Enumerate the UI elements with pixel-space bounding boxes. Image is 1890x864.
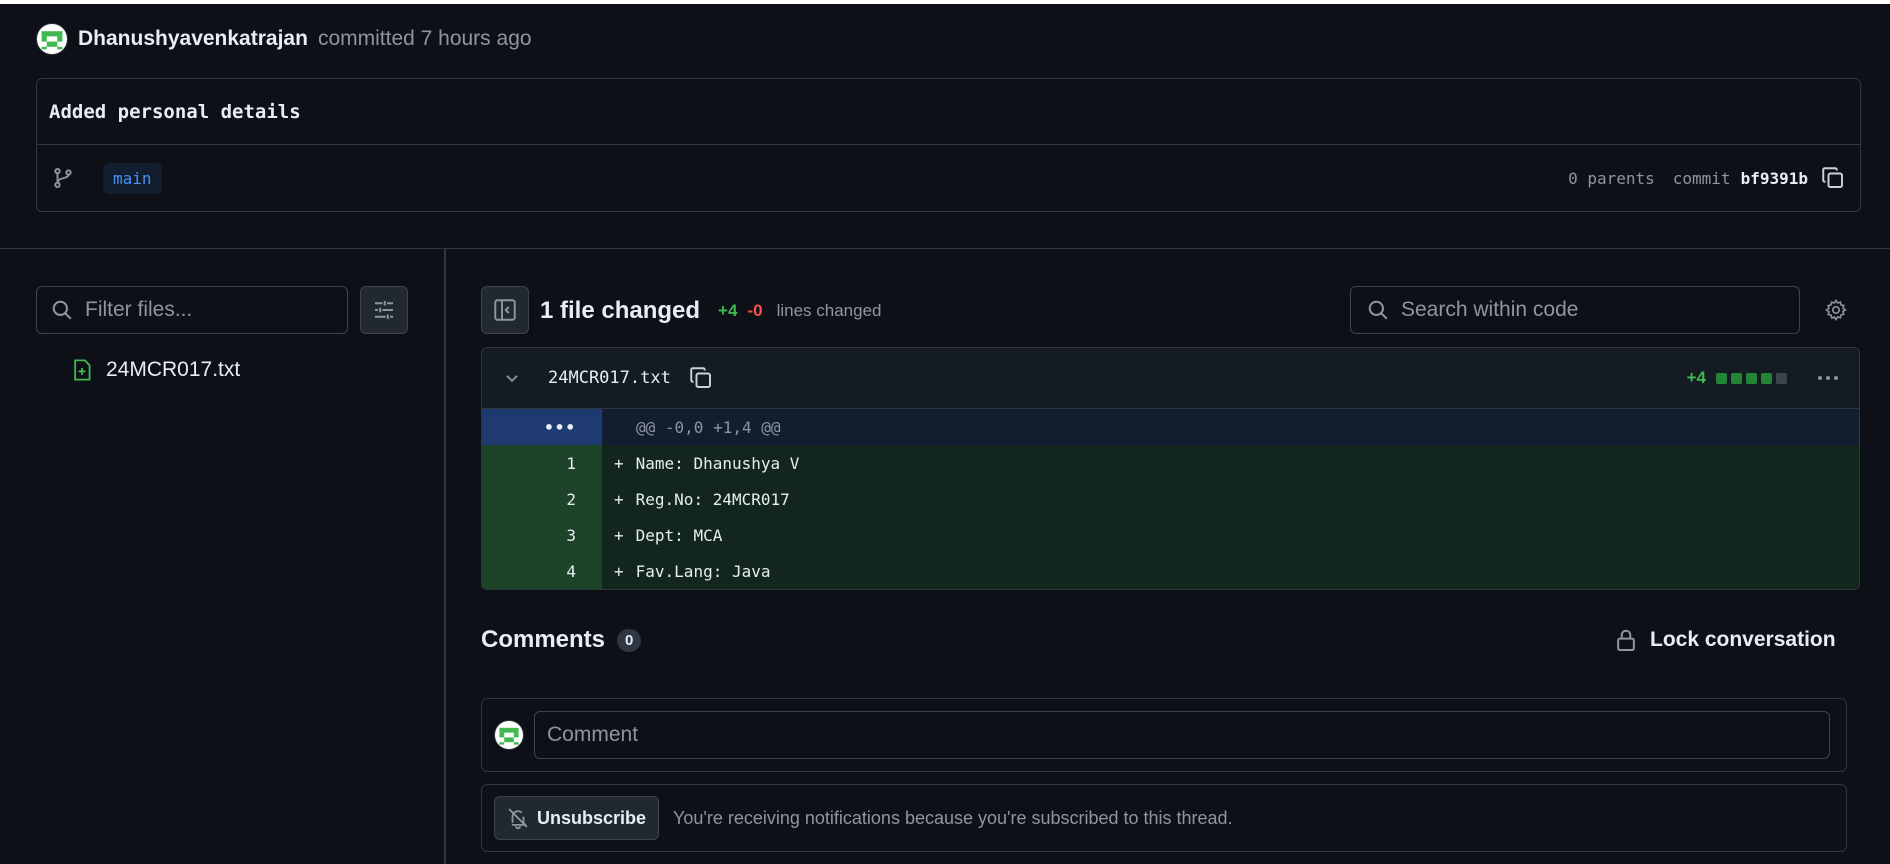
search-icon (1368, 300, 1388, 320)
hunk-header-row: ••• @@ -0,0 +1,4 @@ (482, 409, 1859, 445)
filter-files-field[interactable] (36, 286, 348, 334)
kebab-horizontal-icon (1818, 376, 1838, 380)
diff-line: 2 + Reg.No: 24MCR017 (482, 481, 1859, 517)
diff-line: 4 + Fav.Lang: Java (482, 553, 1859, 589)
copy-icon (1822, 167, 1843, 188)
search-icon (52, 300, 72, 320)
line-sign: + (614, 561, 624, 581)
diffstat-block (1746, 372, 1757, 384)
author-name-link[interactable]: Dhanushyavenkatrajan (78, 27, 308, 51)
line-text: Dept: MCA (635, 525, 723, 545)
copy-sha-button[interactable] (1818, 163, 1848, 193)
line-sign: + (614, 525, 624, 545)
copy-icon (690, 367, 711, 388)
line-text: Fav.Lang: Java (635, 561, 771, 581)
diffstat-block (1776, 372, 1787, 384)
line-sign: + (614, 489, 624, 509)
current-user-avatar (494, 720, 524, 750)
identicon-avatar-icon (497, 723, 521, 747)
gear-icon (1825, 299, 1847, 321)
comments-count-badge: 0 (617, 628, 642, 652)
commit-message: Added personal details (37, 79, 1860, 145)
line-number[interactable]: 1 (482, 445, 602, 481)
diffstat-block (1761, 372, 1772, 384)
file-tree-item-name: 24MCR017.txt (106, 358, 241, 381)
notifications-box: Unsubscribe You're receiving notificatio… (481, 784, 1847, 852)
diff-filename[interactable]: 24MCR017.txt (548, 368, 671, 388)
file-diff: 24MCR017.txt +4 ••• @@ -0,0 +1,4 @@ 1 + N… (481, 347, 1860, 590)
sliders-icon (375, 301, 393, 319)
unsubscribe-button[interactable]: Unsubscribe (494, 796, 660, 840)
sidebar-divider (444, 249, 446, 864)
commit-time: committed 7 hours ago (317, 27, 532, 50)
diff-summary: 1 file changed +4 -0 lines changed (540, 292, 881, 330)
comment-input[interactable] (547, 723, 1817, 747)
line-number[interactable]: 3 (482, 517, 602, 553)
parents-count: 0 parents (1568, 168, 1655, 188)
comment-field[interactable] (534, 711, 1830, 759)
line-number[interactable]: 2 (482, 481, 602, 517)
commit-author-line: Dhanushyavenkatrajan committed 7 hours a… (36, 22, 532, 56)
deletions-count: -0 (747, 301, 763, 320)
new-comment-box (481, 698, 1847, 772)
diff-stat-additions: +4 (1686, 368, 1706, 387)
hunk-header-text: @@ -0,0 +1,4 @@ (602, 409, 1859, 445)
file-actions-button[interactable] (1811, 362, 1845, 394)
collapse-file-button[interactable] (496, 362, 528, 394)
commit-sha: bf9391b (1740, 168, 1808, 188)
diff-line: 1 + Name: Dhanushya V (482, 445, 1859, 481)
additions-count: +4 (718, 301, 738, 320)
line-sign: + (614, 453, 624, 473)
git-branch-icon (49, 164, 77, 192)
author-avatar[interactable] (36, 23, 68, 55)
section-divider (0, 248, 1890, 249)
line-content: + Reg.No: 24MCR017 (602, 481, 1859, 517)
lock-conversation-label: Lock conversation (1650, 628, 1836, 651)
commit-label: commit (1672, 168, 1731, 188)
diff-settings-button[interactable] (1820, 294, 1852, 326)
file-diff-header: 24MCR017.txt +4 (482, 348, 1859, 409)
line-number[interactable]: 4 (482, 553, 602, 589)
top-border (0, 0, 1890, 4)
line-content: + Name: Dhanushya V (602, 445, 1859, 481)
lock-icon (1617, 629, 1635, 651)
sidebar-toggle-icon (494, 299, 516, 321)
diffstat-block (1731, 372, 1742, 384)
commit-meta-right: 0 parents commit bf9391b (1568, 163, 1848, 193)
line-text: Name: Dhanushya V (635, 453, 800, 473)
expand-hunk-button[interactable]: ••• (482, 409, 602, 445)
file-added-icon (74, 359, 91, 381)
diff-stat: +4 (1687, 368, 1787, 388)
diffstat-block (1716, 372, 1727, 384)
identicon-avatar-icon (39, 26, 65, 52)
files-changed-count: 1 file changed (540, 297, 701, 324)
bell-slash-icon (508, 808, 528, 829)
line-content: + Fav.Lang: Java (602, 553, 1859, 589)
notification-reason-text: You're receiving notifications because y… (673, 807, 1233, 828)
unsubscribe-label: Unsubscribe (537, 807, 647, 828)
toggle-file-tree-button[interactable] (481, 286, 529, 334)
lines-changed-label: lines changed (776, 301, 882, 320)
line-text: Reg.No: 24MCR017 (635, 489, 790, 509)
chevron-down-icon (506, 375, 518, 383)
lock-conversation-button[interactable]: Lock conversation (1616, 622, 1836, 658)
line-content: + Dept: MCA (602, 517, 1859, 553)
comments-header: Comments 0 (481, 622, 642, 658)
commit-details-box: Added personal details main 0 parents co… (36, 78, 1861, 212)
filter-files-input[interactable] (85, 298, 315, 322)
file-filter-options-button[interactable] (360, 286, 408, 334)
diff-line: 3 + Dept: MCA (482, 517, 1859, 553)
copy-filename-button[interactable] (685, 362, 717, 394)
file-tree-item[interactable]: 24MCR017.txt (72, 354, 240, 386)
comments-title: Comments (481, 626, 606, 653)
commit-footer: main 0 parents commit bf9391b (37, 145, 1860, 211)
branch-badge[interactable]: main (103, 162, 162, 194)
search-within-code-field[interactable] (1350, 286, 1800, 334)
search-within-code-input[interactable] (1401, 298, 1781, 322)
